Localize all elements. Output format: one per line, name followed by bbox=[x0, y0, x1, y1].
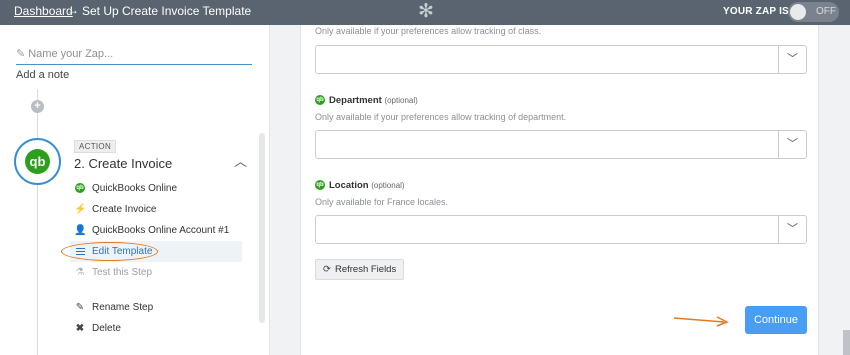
annotation-oval bbox=[61, 242, 158, 261]
timeline-line bbox=[37, 89, 38, 355]
refresh-fields-button[interactable]: ⟳ Refresh Fields bbox=[315, 259, 405, 280]
chevron-down-icon[interactable]: ﹀ bbox=[778, 46, 806, 73]
zap-editor-sidebar: ✎ Name your Zap... Add a note + qb ACTION… bbox=[0, 25, 270, 355]
step-title[interactable]: 2. Create Invoice bbox=[74, 156, 172, 171]
step-item-account[interactable]: 👤 QuickBooks Online Account #1 bbox=[70, 220, 242, 241]
quickbooks-icon: qb bbox=[75, 183, 85, 194]
location-label-text: Location bbox=[329, 180, 369, 191]
chevron-down-icon[interactable]: ﹀ bbox=[778, 131, 806, 158]
location-help-text: Only available for France locales. bbox=[315, 197, 449, 207]
add-step-plus-icon[interactable]: + bbox=[31, 100, 44, 113]
top-bar: Dashboard → Set Up Create Invoice Templa… bbox=[0, 0, 850, 25]
location-select[interactable]: ﹀ bbox=[315, 215, 807, 244]
zap-name-placeholder: Name your Zap... bbox=[28, 48, 114, 60]
chevron-up-icon[interactable]: ︿ bbox=[234, 151, 247, 170]
department-optional: (optional) bbox=[384, 96, 418, 105]
zapier-logo-icon[interactable]: ✻ bbox=[418, 1, 434, 23]
rename-step-label: Rename Step bbox=[92, 302, 154, 313]
flask-icon: ⚗ bbox=[75, 267, 85, 278]
rename-step-button[interactable]: ✎ Rename Step bbox=[70, 297, 242, 318]
user-icon: 👤 bbox=[74, 225, 87, 236]
action-badge: ACTION bbox=[74, 140, 117, 153]
class-select[interactable]: ﹀ bbox=[315, 45, 807, 74]
step-item-app[interactable]: qb QuickBooks Online bbox=[70, 178, 242, 199]
location-optional: (optional) bbox=[371, 181, 405, 190]
sidebar-scrollbar[interactable] bbox=[259, 133, 265, 323]
continue-button[interactable]: Continue bbox=[745, 306, 807, 334]
department-label-text: Department bbox=[329, 95, 382, 106]
step-item-label: QuickBooks Online bbox=[92, 183, 178, 194]
zap-status-label: YOUR ZAP IS bbox=[723, 6, 789, 17]
step-item-label: QuickBooks Online Account #1 bbox=[92, 225, 230, 236]
quickbooks-icon: qb bbox=[315, 180, 325, 191]
zap-name-input[interactable]: ✎ Name your Zap... bbox=[16, 47, 252, 65]
step-item-action[interactable]: ⚡ Create Invoice bbox=[70, 199, 242, 220]
department-help-text: Only available if your preferences allow… bbox=[315, 112, 567, 122]
department-select[interactable]: ﹀ bbox=[315, 130, 807, 159]
toggle-state-label: OFF bbox=[816, 6, 836, 17]
step-item-test[interactable]: ⚗ Test this Step bbox=[70, 262, 242, 283]
class-help-text: Only available if your preferences allow… bbox=[315, 26, 542, 36]
step-app-icon[interactable]: qb bbox=[14, 138, 61, 185]
quickbooks-logo-icon: qb bbox=[25, 149, 50, 174]
delete-x-icon: ✖ bbox=[75, 323, 85, 334]
toggle-knob bbox=[790, 4, 806, 20]
refresh-icon: ⟳ bbox=[323, 264, 331, 275]
annotation-arrow-icon bbox=[673, 316, 729, 327]
delete-step-button[interactable]: ✖ Delete bbox=[70, 318, 242, 339]
delete-step-label: Delete bbox=[92, 323, 121, 334]
pencil-icon: ✎ bbox=[75, 302, 85, 313]
quickbooks-icon: qb bbox=[315, 95, 325, 106]
breadcrumb-dashboard-link[interactable]: Dashboard bbox=[14, 4, 73, 18]
chevron-down-icon[interactable]: ﹀ bbox=[778, 216, 806, 243]
step-item-label: Create Invoice bbox=[92, 204, 157, 215]
page-title: Set Up Create Invoice Template bbox=[82, 4, 252, 18]
location-label: qb Location (optional) bbox=[315, 180, 405, 191]
step-item-label: Test this Step bbox=[92, 267, 153, 278]
zap-on-off-toggle[interactable]: OFF bbox=[788, 2, 839, 22]
refresh-fields-label: Refresh Fields bbox=[334, 264, 397, 275]
page-scrollbar[interactable] bbox=[843, 330, 850, 355]
add-note-link[interactable]: Add a note bbox=[16, 69, 69, 81]
breadcrumb-arrow-icon: → bbox=[67, 3, 79, 17]
lightning-icon: ⚡ bbox=[74, 204, 87, 215]
department-label: qb Department (optional) bbox=[315, 95, 418, 106]
pencil-icon: ✎ bbox=[16, 48, 26, 60]
template-form-panel: Only available if your preferences allow… bbox=[300, 25, 819, 355]
